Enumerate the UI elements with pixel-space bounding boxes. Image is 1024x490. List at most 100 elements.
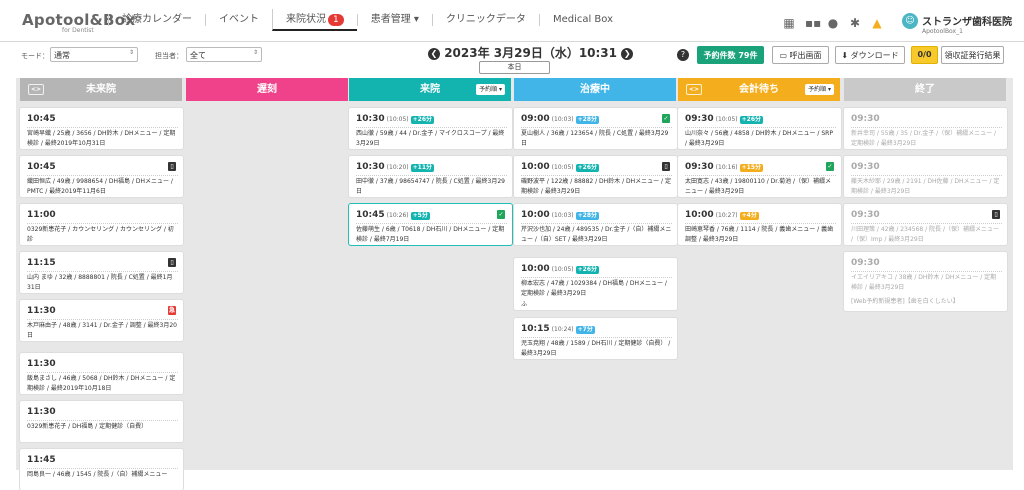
- patient-card[interactable]: 10:00 (10:05) +26分 ▯ 磯野波平 / 122歳 / 88882 / D…: [514, 156, 677, 197]
- column-header-treatment: 治療中: [514, 78, 676, 101]
- patient-card[interactable]: 10:45 宮崎早織 / 25歳 / 3656 / DH鈴木 / DHメニュー /…: [20, 108, 183, 149]
- appointment-time: 11:30: [27, 407, 56, 417]
- appointment-time: 11:30: [27, 359, 56, 369]
- checked-icon: ✓: [662, 114, 670, 123]
- sort-order-select[interactable]: 予約順 ▾: [476, 84, 505, 95]
- clinic-name: ストランザ歯科医院: [922, 17, 1012, 28]
- download-button[interactable]: ⬇ ダウンロード: [835, 46, 905, 64]
- reservation-count-button[interactable]: 予約件数 79件: [697, 46, 764, 64]
- patient-card[interactable]: 09:30 ▯ 川田理策 / 42歳 / 234568 / 院長 /（保）補綴メニュ…: [844, 204, 1007, 245]
- time-text: 10:00: [521, 210, 550, 220]
- checked-icon: ✓: [497, 210, 505, 219]
- wait-time-badge: +26分: [739, 116, 764, 124]
- next-day-icon[interactable]: ❯: [621, 48, 634, 60]
- patient-card[interactable]: 10:45 ▯ 織田恒広 / 49歳 / 9988654 / DH福島 / DHメニ…: [20, 156, 183, 197]
- patient-card[interactable]: 10:30 (10:05) +26分 西山徹 / 59歳 / 44 / Dr.金子 /…: [349, 108, 512, 149]
- arrival-time: (10:16): [715, 164, 738, 171]
- column-title: 治療中: [580, 84, 610, 95]
- time-text: 10:00: [521, 162, 550, 172]
- wait-time-badge: +28分: [575, 116, 600, 124]
- nav-clinic-data[interactable]: クリニックデータ: [431, 14, 539, 26]
- patient-card[interactable]: 11:15 ▯ 山内 まゆ / 32歳 / 8888801 / 院長 / C処置 /…: [20, 252, 183, 293]
- time-text: 09:30: [851, 210, 880, 220]
- column-title: 未来院: [86, 84, 116, 95]
- patient-card[interactable]: 11:00 0329新患花子 / カウンセリング / カウンセリング / 初診: [20, 204, 183, 245]
- staff-select[interactable]: 全て ⇕: [186, 47, 262, 62]
- patient-card[interactable]: 10:30 (10:20) +11分田中徹 / 37歳 / 98654747 / 院…: [349, 156, 512, 197]
- patient-card[interactable]: 09:30 イエイリアキコ / 38歳 / DH鈴木 / DHメニュー / 定期検…: [844, 252, 1007, 311]
- nav-patients[interactable]: 患者管理 ▾: [356, 14, 432, 26]
- patient-details: 木戸麻由子 / 48歳 / 3141 / Dr.金子 / 調整 / 最終3月20…: [27, 319, 178, 340]
- wait-time-badge: +7分: [575, 326, 595, 334]
- appointment-time: 10:45 (10:26) +5分: [356, 210, 430, 220]
- card-status-icons: ▯: [661, 162, 670, 171]
- building-icon[interactable]: ▦: [783, 16, 795, 30]
- nav-visit-status[interactable]: 来院状況 1: [272, 9, 357, 31]
- card-status-icons: ▯: [167, 258, 176, 267]
- nav-medical-box-label: Medical Box: [552, 14, 614, 25]
- card-note: ふ: [521, 301, 528, 308]
- nav-calendar-label: 診療カレンダー: [122, 14, 192, 25]
- appointment-time: 09:30: [851, 210, 880, 220]
- patient-details: 織田恒広 / 49歳 / 9988654 / DH福島 / DHメニュー / P…: [27, 175, 178, 196]
- prev-day-icon[interactable]: ❮: [428, 48, 440, 60]
- select-arrows-icon: ⇕: [128, 49, 134, 56]
- avatar: ☺: [902, 13, 918, 29]
- patient-card[interactable]: 09:30 (10:16) +15分 ✓ 太田寛志 / 43歳 / 19800110 /…: [678, 156, 841, 197]
- nav-visit-status-label: 来院状況: [286, 14, 326, 25]
- patient-card[interactable]: 09:30 新井幸司 / 55歳 / 35 / Dr.金子 /（保）補綴メニュー …: [844, 108, 1007, 149]
- mode-select[interactable]: 通常 ⇕: [50, 47, 138, 62]
- appointment-time: 09:30 (10:16) +15分: [685, 162, 764, 172]
- nav-medical-box[interactable]: Medical Box: [538, 14, 626, 26]
- patient-card[interactable]: 11:30 急木戸麻由子 / 48歳 / 3141 / Dr.金子 / 調整 / …: [20, 300, 183, 341]
- help-icon[interactable]: ●: [827, 16, 839, 30]
- document-icon: ▯: [992, 210, 1000, 219]
- appointment-time: 10:00 (10:05) +26分: [521, 162, 600, 172]
- patient-card[interactable]: 11:30 0329新患花子 / DH福島 / 定期健診（自費）: [20, 401, 183, 442]
- appointment-time: 09:30: [851, 162, 880, 172]
- nav-events[interactable]: イベント: [205, 14, 272, 26]
- patient-card[interactable]: 11:30 飯島まさし / 46歳 / 5068 / DH鈴木 / DHメニュー …: [20, 353, 183, 394]
- patient-card[interactable]: 10:00 (10:05) +26分 柳本宏志 / 47歳 / 1029384 / D…: [514, 258, 677, 310]
- patient-card[interactable]: 10:00 (10:27) +4分 田崎恵琴香 / 76歳 / 1114 / 院長 /…: [678, 204, 841, 245]
- collapse-toggle-icon[interactable]: <>: [686, 84, 702, 95]
- visit-status-board: 未来院 <> 遅刻 来院 予約順 ▾ 治療中 会計待ち <> 予約順 ▾ 終了 10:45 宮崎早織 …: [16, 78, 1013, 490]
- collapse-toggle-icon[interactable]: <>: [28, 84, 44, 95]
- time-text: 11:30: [27, 306, 56, 316]
- patient-details: 田中徹 / 37歳 / 98654747 / 院長 / C処置 / 最終3月29…: [356, 175, 507, 196]
- staff-label: 担当者：: [155, 52, 183, 60]
- patient-details: イエイリアキコ / 38歳 / DH鈴木 / DHメニュー / 定期検診 / 最…: [851, 271, 1002, 292]
- patient-card[interactable]: 10:15 (10:24) +7分 児玉尭翔 / 48歳 / 1589 / DH石川 …: [514, 318, 677, 359]
- settings-icon[interactable]: ✱: [849, 16, 861, 30]
- call-screen-button[interactable]: ▭ 呼出画面: [772, 46, 829, 64]
- sort-order-select[interactable]: 予約順 ▾: [805, 84, 834, 95]
- top-icons: ▦ ▪▪ ● ✱ ▲: [783, 16, 883, 30]
- appointment-time: 10:30 (10:20) +11分: [356, 162, 435, 172]
- appointment-time: 10:15 (10:24) +7分: [521, 324, 595, 334]
- nav-calendar[interactable]: 診療カレンダー: [108, 14, 205, 26]
- receipt-results-button[interactable]: 領収証発行結果: [941, 46, 1004, 64]
- card-status-icons: ✓: [661, 114, 670, 123]
- appointment-time: 10:00 (10:27) +4分: [685, 210, 759, 220]
- card-status-icons: ▯: [167, 162, 176, 171]
- wait-time-badge: +26分: [575, 266, 600, 274]
- patient-details: 0329新患花子 / カウンセリング / カウンセリング / 初診: [27, 223, 178, 244]
- arrival-time: (10:05): [551, 164, 574, 171]
- patient-card[interactable]: 09:00 (10:03) +28分 ✓ 夏山樹人 / 36歳 / 123654 / 院…: [514, 108, 677, 149]
- patient-card[interactable]: 10:00 (10:03) +28分 芹沢沙也加 / 24歳 / 489535 / D…: [514, 204, 677, 245]
- patient-details: 佐藤萌生 / 6歳 / T0618 / DH石川 / DHメニュー / 定期検診…: [356, 223, 507, 244]
- patient-card[interactable]: 09:30 藤天木紗耶 / 29歳 / 2191 / DH佐藤 / DHメニュー …: [844, 156, 1007, 197]
- column-title: 遅刻: [257, 84, 277, 95]
- help-icon[interactable]: ?: [677, 49, 689, 61]
- apps-grid-icon[interactable]: ▪▪: [805, 16, 821, 30]
- patient-card[interactable]: 09:30 (10:05) +26分 山川奈々 / 56歳 / 4858 / DH鈴木…: [678, 108, 841, 149]
- column-header-late: 遅刻: [186, 78, 348, 101]
- document-icon: ▯: [168, 258, 176, 267]
- today-button[interactable]: 本日: [479, 61, 550, 74]
- appointment-time: 09:30: [851, 114, 880, 124]
- bell-icon[interactable]: ▲: [871, 16, 883, 30]
- time-text: 11:30: [27, 407, 56, 417]
- patient-card[interactable]: 10:45 (10:26) +5分 ✓ 佐藤萌生 / 6歳 / T0618 / DH石川…: [349, 204, 512, 245]
- download-label: ダウンロード: [850, 51, 899, 60]
- appointment-time: 09:30: [851, 258, 880, 268]
